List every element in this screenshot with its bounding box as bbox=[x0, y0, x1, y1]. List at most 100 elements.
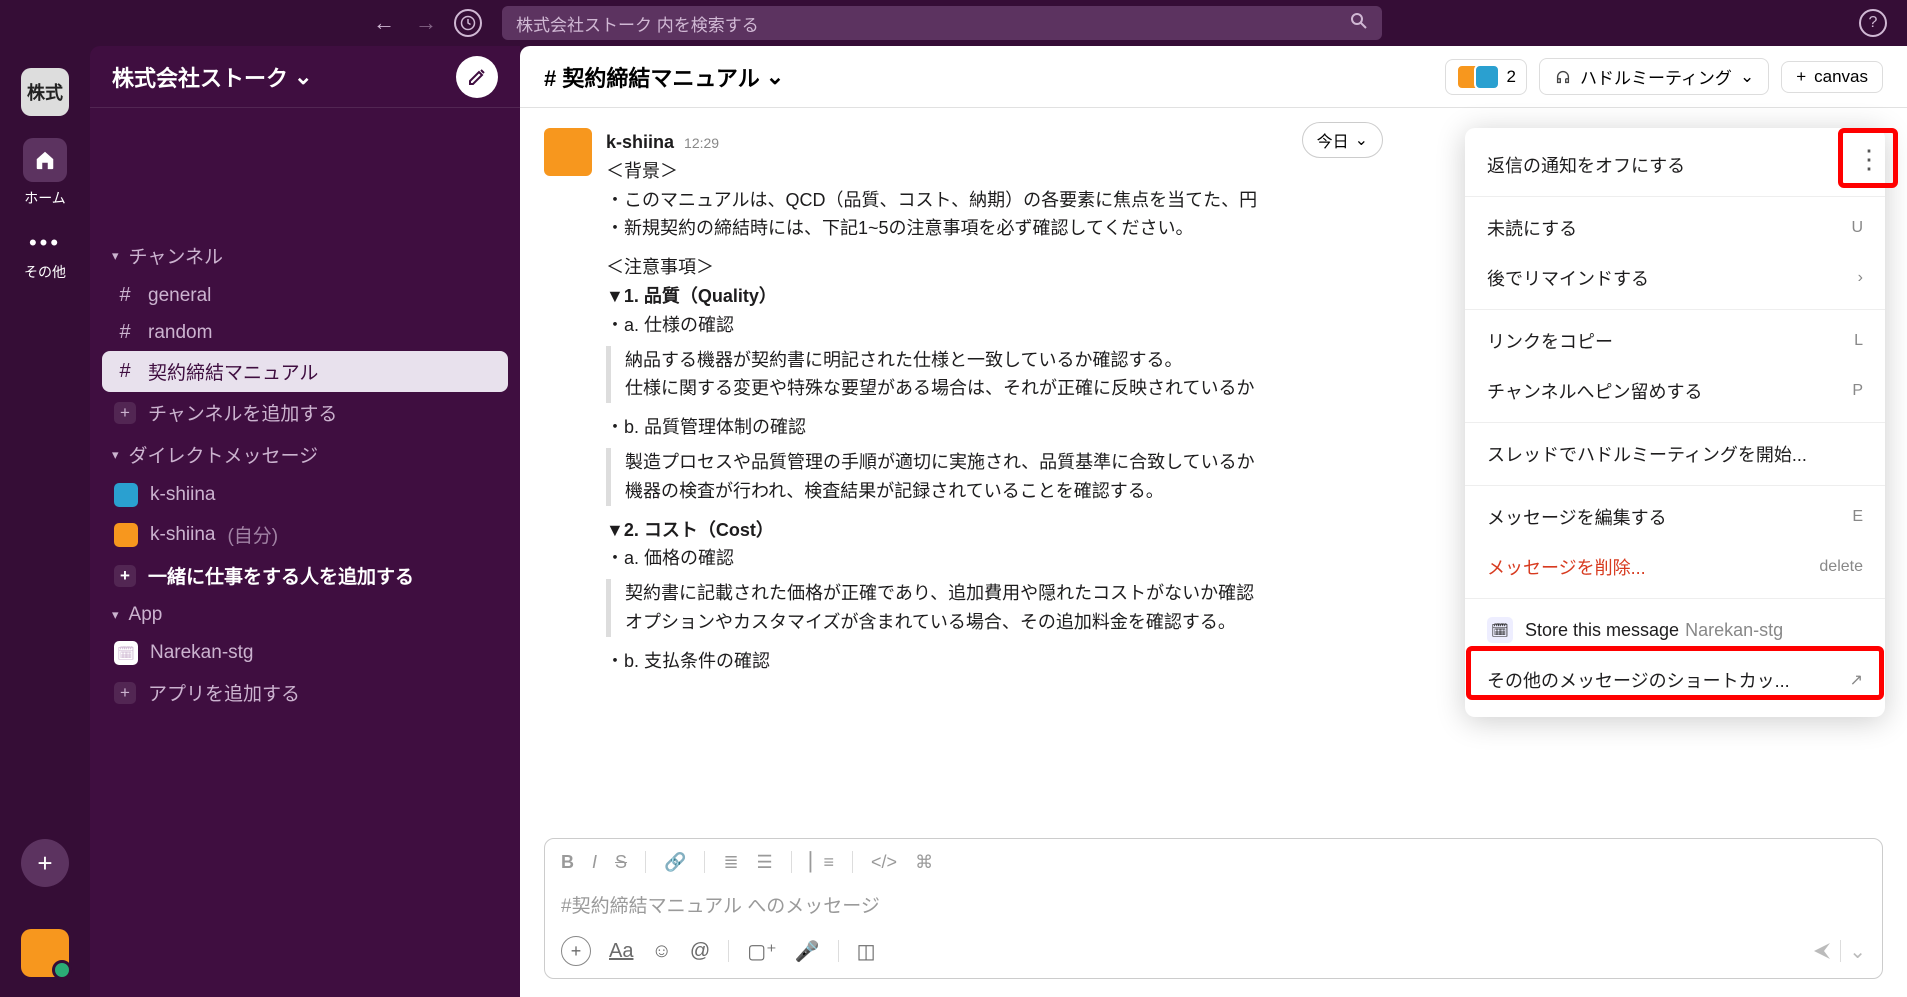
chevron-down-icon: ⌄ bbox=[1740, 67, 1754, 87]
home-icon bbox=[34, 149, 56, 171]
rail-home[interactable]: ホーム bbox=[23, 138, 67, 208]
rail-add-button[interactable]: + bbox=[21, 839, 69, 887]
menu-mute-replies[interactable]: 返信の通知をオフにする bbox=[1465, 140, 1885, 190]
channel-contract-manual[interactable]: #契約締結マニュアル bbox=[102, 351, 508, 392]
menu-copy-link[interactable]: リンクをコピーL bbox=[1465, 316, 1885, 366]
emoji-icon[interactable]: ☺ bbox=[651, 940, 671, 963]
menu-store-message[interactable]: 🗓 Store this message Narekan-stg bbox=[1465, 605, 1885, 655]
members-button[interactable]: 2 bbox=[1445, 59, 1526, 95]
headphones-icon bbox=[1554, 68, 1572, 86]
help-button[interactable]: ? bbox=[1859, 9, 1887, 37]
chevron-down-icon: ⌄ bbox=[294, 64, 312, 90]
message-composer[interactable]: B I S 🔗 ≣ ☰ ▏≡ </> ⌘ #契約締結マニュアル へのメッセージ … bbox=[544, 838, 1883, 979]
message-time: 12:29 bbox=[684, 132, 719, 154]
workspace-badge[interactable]: 株式 bbox=[21, 68, 69, 116]
sidebar: 株式会社ストーク⌄ ▾チャンネル #general #random #契約締結マ… bbox=[90, 46, 520, 997]
external-link-icon: ↗ bbox=[1850, 670, 1863, 690]
shortcut-icon[interactable]: ◫ bbox=[857, 939, 876, 964]
format-toolbar: B I S 🔗 ≣ ☰ ▏≡ </> ⌘ bbox=[555, 849, 1872, 883]
avatar-icon bbox=[114, 483, 138, 507]
search-icon bbox=[1350, 12, 1368, 35]
content-area: # 契約締結マニュアル⌄ 2 ハドルミーティング ⌄ +canvas 今日⌄ bbox=[520, 46, 1907, 997]
hash-icon: # bbox=[114, 360, 136, 383]
message-avatar[interactable] bbox=[544, 128, 592, 176]
search-placeholder: 株式会社ストーク 内を検索する bbox=[516, 11, 759, 36]
workspace-rail: 株式 ホーム ••• その他 + bbox=[0, 46, 90, 997]
sidebar-header[interactable]: 株式会社ストーク⌄ bbox=[90, 46, 520, 108]
plus-icon: + bbox=[114, 565, 136, 587]
menu-more-shortcuts[interactable]: その他のメッセージのショートカッ...↗ bbox=[1465, 655, 1885, 705]
rail-more[interactable]: ••• その他 bbox=[24, 230, 66, 282]
menu-pin[interactable]: チャンネルへピン留めするP bbox=[1465, 366, 1885, 416]
top-bar: ← → 株式会社ストーク 内を検索する ? bbox=[0, 0, 1907, 46]
channel-random[interactable]: #random bbox=[102, 314, 508, 351]
app-icon: 🗓 bbox=[114, 641, 138, 665]
history-button[interactable] bbox=[454, 9, 482, 37]
hash-icon: # bbox=[114, 284, 136, 307]
message-user[interactable]: k-shiina bbox=[606, 128, 674, 157]
menu-remind-later[interactable]: 後でリマインドする› bbox=[1465, 253, 1885, 303]
send-icon bbox=[1812, 941, 1832, 961]
caret-down-icon: ▾ bbox=[112, 248, 119, 264]
format-toggle-icon[interactable]: Aa bbox=[609, 940, 633, 963]
clock-icon bbox=[460, 15, 476, 31]
app-icon: 🗓 bbox=[1487, 617, 1513, 643]
composer-input[interactable]: #契約締結マニュアル へのメッセージ bbox=[555, 883, 1872, 926]
channel-header: # 契約締結マニュアル⌄ 2 ハドルミーティング ⌄ +canvas bbox=[520, 46, 1907, 108]
italic-icon[interactable]: I bbox=[592, 852, 597, 873]
plus-icon: + bbox=[114, 682, 136, 704]
code-icon[interactable]: </> bbox=[871, 852, 897, 873]
search-input[interactable]: 株式会社ストーク 内を検索する bbox=[502, 6, 1382, 40]
codeblock-icon[interactable]: ⌘ bbox=[915, 852, 933, 873]
hash-icon: # bbox=[114, 321, 136, 344]
caret-down-icon: ▾ bbox=[112, 447, 119, 463]
chevron-down-icon: ⌄ bbox=[1849, 939, 1866, 964]
plus-icon: + bbox=[114, 402, 136, 424]
forward-button[interactable]: → bbox=[412, 9, 440, 37]
quote-icon[interactable]: ▏≡ bbox=[810, 852, 834, 873]
chevron-down-icon: ⌄ bbox=[766, 64, 784, 90]
menu-edit-message[interactable]: メッセージを編集するE bbox=[1465, 492, 1885, 542]
caret-down-icon: ▾ bbox=[112, 607, 119, 623]
dm-user-self[interactable]: k-shiina (自分) bbox=[102, 514, 508, 555]
attach-button[interactable]: + bbox=[561, 936, 591, 966]
avatar-icon bbox=[1474, 64, 1500, 90]
menu-delete-message[interactable]: メッセージを削除...delete bbox=[1465, 542, 1885, 592]
dm-user-1[interactable]: k-shiina bbox=[102, 476, 508, 514]
ol-icon[interactable]: ≣ bbox=[723, 852, 738, 873]
add-dm[interactable]: +一緒に仕事をする人を追加する bbox=[102, 555, 508, 596]
send-button[interactable]: ⌄ bbox=[1812, 939, 1866, 964]
dots-icon: ••• bbox=[29, 230, 61, 256]
plus-icon: + bbox=[1796, 67, 1806, 87]
date-chip[interactable]: 今日⌄ bbox=[1302, 122, 1383, 158]
back-button[interactable]: ← bbox=[370, 9, 398, 37]
ul-icon[interactable]: ☰ bbox=[757, 852, 773, 873]
dms-section[interactable]: ▾ダイレクトメッセージ bbox=[102, 433, 508, 476]
compose-icon bbox=[467, 67, 487, 87]
link-icon[interactable]: 🔗 bbox=[664, 852, 686, 873]
mic-icon[interactable]: 🎤 bbox=[795, 939, 820, 964]
huddle-button[interactable]: ハドルミーティング ⌄ bbox=[1539, 58, 1769, 95]
mention-icon[interactable]: @ bbox=[690, 940, 710, 963]
compose-button[interactable] bbox=[456, 56, 498, 98]
more-actions-button[interactable]: ⋮ bbox=[1856, 144, 1882, 175]
video-icon[interactable]: ▢⁺ bbox=[747, 939, 776, 964]
chevron-down-icon: ⌄ bbox=[1355, 130, 1368, 150]
add-channel[interactable]: +チャンネルを追加する bbox=[102, 392, 508, 433]
user-avatar[interactable] bbox=[21, 929, 69, 977]
message-context-menu: 返信の通知をオフにする 未読にするU 後でリマインドする› リンクをコピーL チ… bbox=[1465, 128, 1885, 717]
add-app[interactable]: +アプリを追加する bbox=[102, 672, 508, 713]
composer-actions: + Aa ☺ @ ▢⁺ 🎤 ◫ ⌄ bbox=[555, 926, 1872, 968]
bold-icon[interactable]: B bbox=[561, 852, 574, 873]
menu-mark-unread[interactable]: 未読にするU bbox=[1465, 203, 1885, 253]
channels-section[interactable]: ▾チャンネル bbox=[102, 234, 508, 277]
avatar-icon bbox=[114, 523, 138, 547]
channel-name[interactable]: # 契約締結マニュアル⌄ bbox=[544, 61, 784, 93]
app-narekan[interactable]: 🗓Narekan-stg bbox=[102, 634, 508, 672]
menu-start-huddle[interactable]: スレッドでハドルミーティングを開始... bbox=[1465, 429, 1885, 479]
strike-icon[interactable]: S bbox=[615, 852, 627, 873]
chevron-right-icon: › bbox=[1858, 269, 1863, 287]
canvas-button[interactable]: +canvas bbox=[1781, 61, 1883, 93]
apps-section[interactable]: ▾App bbox=[102, 596, 508, 634]
channel-general[interactable]: #general bbox=[102, 277, 508, 314]
